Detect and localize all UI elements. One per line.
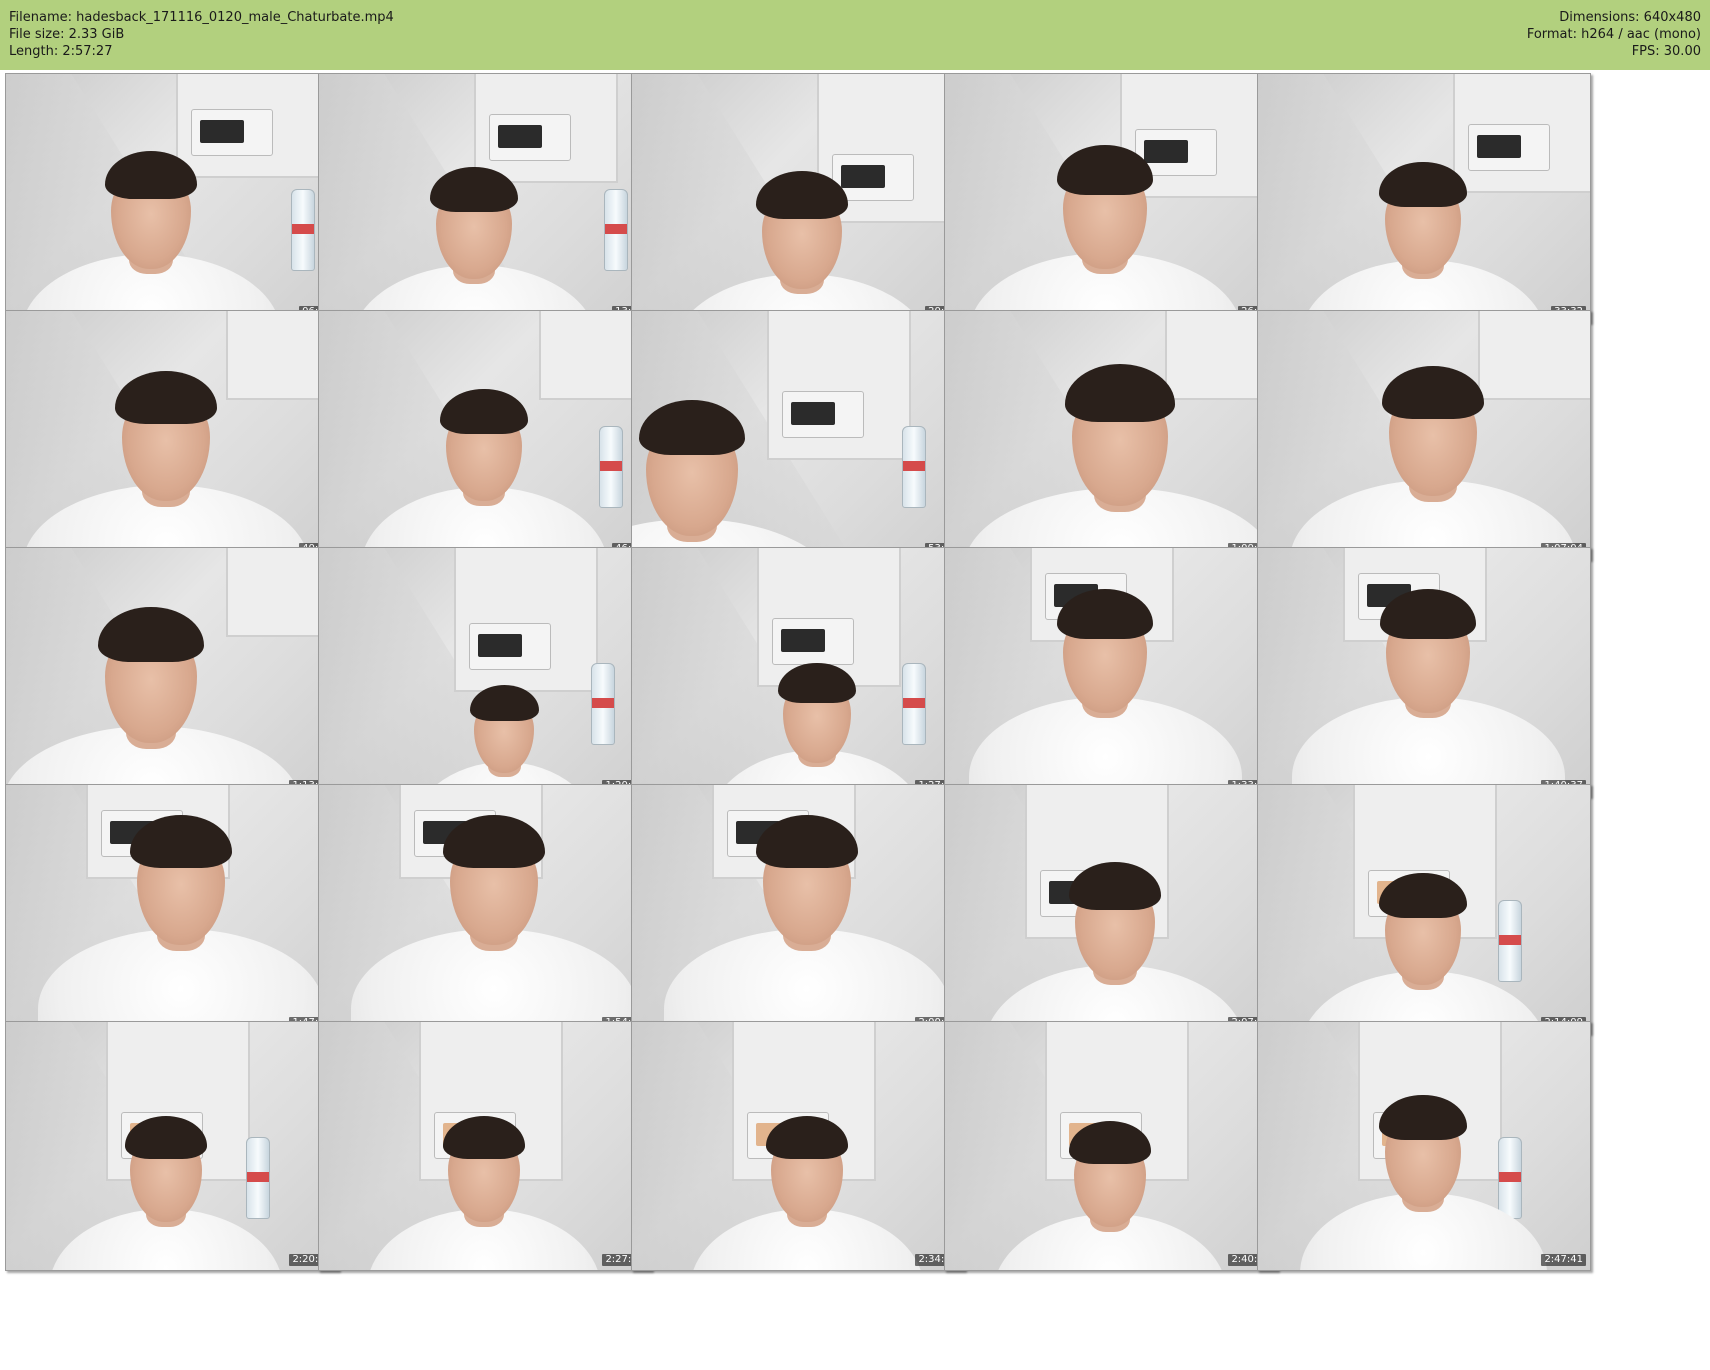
dimensions-label: Dimensions: 640x480: [1559, 10, 1701, 25]
filename-label: Filename: hadesback_171116_0120_male_Cha…: [9, 10, 394, 25]
thumbnail-timestamp: 2:47:41: [1541, 1254, 1586, 1266]
info-header: Filename: hadesback_171116_0120_male_Cha…: [0, 0, 1710, 70]
thumbnail-image: [6, 785, 338, 1033]
thumbnail-image: [945, 785, 1277, 1033]
thumbnail-image: [319, 74, 651, 322]
video-thumbnail: 1:47:19: [5, 784, 339, 1034]
video-thumbnail: 1:54:02: [318, 784, 652, 1034]
thumbnail-image: [632, 74, 964, 322]
thumbnail-image: [319, 1022, 651, 1270]
format-label: Format: h264 / aac (mono): [1526, 27, 1701, 42]
video-thumbnail: 1:13:47: [5, 547, 339, 797]
video-thumbnail: 1:07:04: [1257, 310, 1591, 560]
thumbnail-image: [6, 548, 338, 796]
video-thumbnail: 26:49: [944, 73, 1278, 323]
file-info-right: Dimensions: 640x480 Format: h264 / aac (…: [1527, 9, 1701, 60]
video-thumbnail: 46:57: [318, 310, 652, 560]
filesize-label: File size: 2.33 GiB: [9, 27, 125, 42]
thumbnail-image: [6, 74, 338, 322]
video-thumbnail: 1:20:29: [318, 547, 652, 797]
thumbnail-image: [319, 785, 651, 1033]
fps-label: FPS: 30.00: [1631, 44, 1701, 59]
video-thumbnail: 33:32: [1257, 73, 1591, 323]
video-thumbnail: 2:00:44: [631, 784, 965, 1034]
video-thumbnail: 20:07: [631, 73, 965, 323]
video-thumbnail: 1:00:22: [944, 310, 1278, 560]
thumbnail-image: [945, 311, 1277, 559]
thumbnail-image: [632, 311, 964, 559]
thumbnail-grid: 06:4213:2420:0726:4933:32 40:1446:5753:39…: [0, 70, 1710, 1370]
thumbnail-image: [1258, 74, 1590, 322]
video-thumbnail: 06:42: [5, 73, 339, 323]
thumbnail-image: [632, 548, 964, 796]
thumbnail-image: [632, 785, 964, 1033]
video-thumbnail: 2:34:16: [631, 1021, 965, 1271]
video-thumbnail: 2:07:27: [944, 784, 1278, 1034]
thumbnail-image: [632, 1022, 964, 1270]
file-info-left: Filename: hadesback_171116_0120_male_Cha…: [9, 9, 394, 60]
thumbnail-image: [319, 311, 651, 559]
video-thumbnail: 40:14: [5, 310, 339, 560]
thumbnail-image: [1258, 311, 1590, 559]
thumbnail-image: [6, 1022, 338, 1270]
thumbnail-image: [945, 548, 1277, 796]
length-label: Length: 2:57:27: [9, 44, 113, 59]
video-thumbnail: 1:40:37: [1257, 547, 1591, 797]
video-thumbnail: 13:24: [318, 73, 652, 323]
video-thumbnail: 2:14:09: [1257, 784, 1591, 1034]
thumbnail-image: [1258, 548, 1590, 796]
video-thumbnail: 1:27:12: [631, 547, 965, 797]
thumbnail-image: [1258, 785, 1590, 1033]
thumbnail-image: [945, 74, 1277, 322]
video-thumbnail: 53:39: [631, 310, 965, 560]
thumbnail-image: [945, 1022, 1277, 1270]
video-thumbnail: 2:40:59: [944, 1021, 1278, 1271]
video-thumbnail: 2:27:34: [318, 1021, 652, 1271]
video-thumbnail: 1:33:54: [944, 547, 1278, 797]
video-thumbnail: 2:47:41: [1257, 1021, 1591, 1271]
thumbnail-image: [319, 548, 651, 796]
thumbnail-image: [6, 311, 338, 559]
video-thumbnail: 2:20:51: [5, 1021, 339, 1271]
thumbnail-image: [1258, 1022, 1590, 1270]
